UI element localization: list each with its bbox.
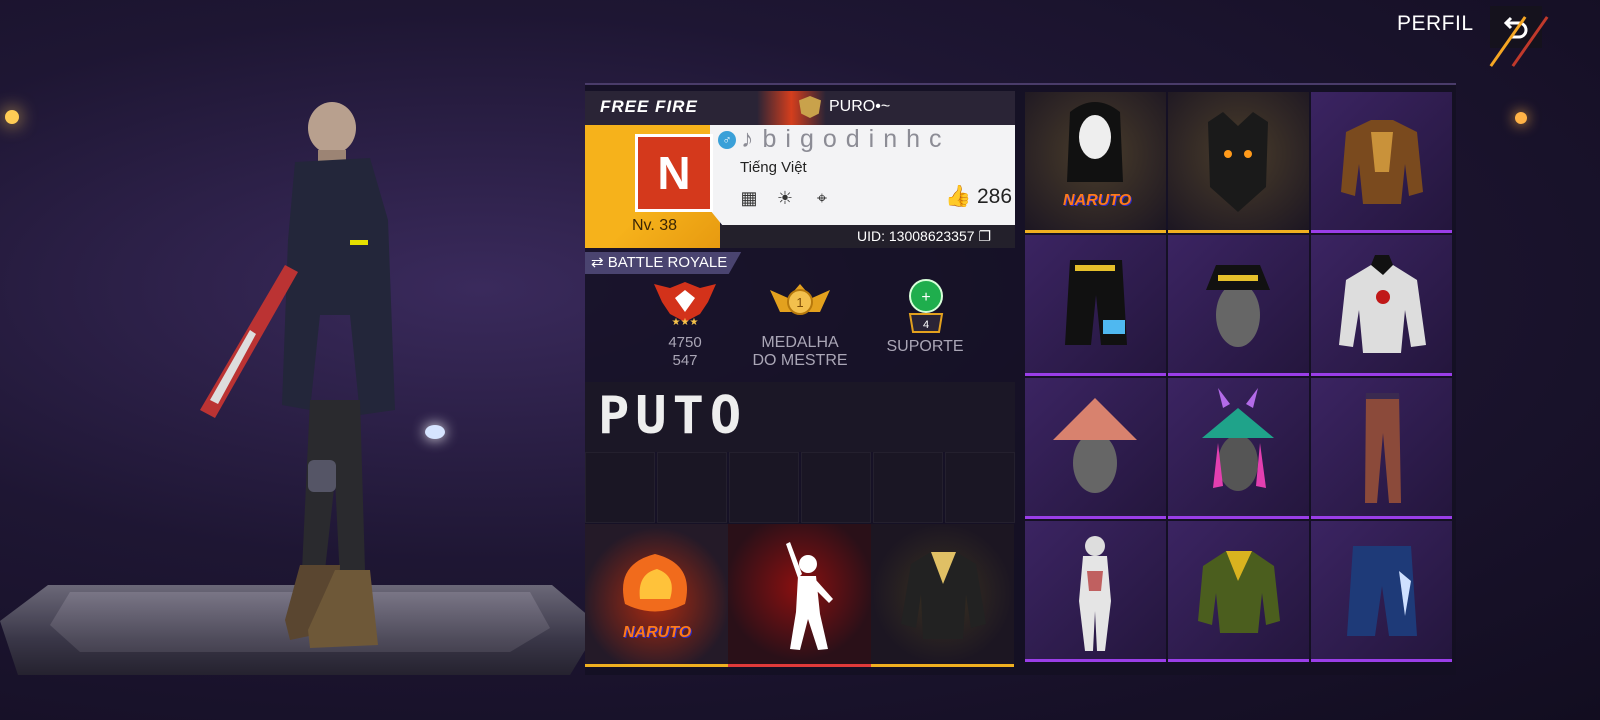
page-title: PERFIL (1397, 12, 1474, 35)
equipped-item-shorts[interactable] (1025, 235, 1166, 376)
equipped-item-straw-hat[interactable] (1025, 378, 1166, 519)
equipped-item-shirt[interactable] (1311, 235, 1452, 376)
player-nickname: ♪bigodinhc (741, 125, 951, 153)
orochimaru-head-icon (1067, 102, 1123, 182)
support-badge-icon: + 4 (908, 279, 944, 333)
battle-stats: ★★★ 4750 547 1 MEDALHA DO MESTRE + 4 SUP… (585, 274, 1015, 377)
white-shirt-icon (1339, 255, 1426, 353)
target-icon: ⌖ (816, 188, 828, 208)
equipped-emote[interactable] (728, 524, 871, 667)
master-medal-icon: 1 (770, 284, 830, 315)
rank-secondary: 547 (672, 352, 698, 369)
equipped-item-hat[interactable] (1168, 235, 1309, 376)
avatar[interactable]: N (635, 134, 713, 212)
calendar-icon: ▦ (740, 188, 758, 208)
empty-slot[interactable] (585, 452, 655, 523)
equipped-item-demon-hat[interactable] (1168, 378, 1309, 519)
empty-slot[interactable] (729, 452, 799, 523)
camo-top-icon (1198, 551, 1280, 633)
equipped-item-hoodie-outfit[interactable] (1025, 521, 1166, 662)
pants-icon (1365, 393, 1401, 503)
gender-male-icon: ♂ (718, 131, 736, 149)
profile-card: FREE FIRE PURO•~ N Nv. 38 ♂ ♪bigodinhc T… (585, 91, 1015, 248)
equipped-item-mask[interactable] (1168, 92, 1309, 233)
likes-count[interactable]: 👍 286 (945, 185, 1012, 209)
mode-switch[interactable]: ⇄ BATTLE ROYALE (585, 252, 742, 274)
medal-level: 1 (796, 295, 803, 310)
empty-slot[interactable] (801, 452, 871, 523)
armor-top-icon (1341, 120, 1423, 204)
medal-label-line1: MEDALHA (761, 334, 839, 351)
dark-mask-icon (1208, 112, 1268, 212)
game-logo: FREE FIRE (600, 97, 698, 116)
background-light (425, 425, 445, 439)
svg-text:★★★: ★★★ (672, 317, 699, 326)
bucket-hat-icon (1206, 265, 1270, 347)
rank-points: 4750 (668, 334, 702, 351)
support-count: 4 (923, 319, 929, 331)
copy-icon[interactable]: ❐ (978, 228, 991, 244)
equipped-item-top[interactable] (1311, 92, 1452, 233)
equipped-item-pants[interactable] (1311, 378, 1452, 519)
support-label: SUPORTE (886, 338, 964, 355)
svg-text:+: + (921, 289, 930, 306)
demon-hat-icon (1202, 388, 1274, 491)
mode-label: BATTLE ROYALE (607, 254, 728, 271)
equipped-outfit[interactable] (871, 524, 1014, 667)
guild-name[interactable]: PURO•~ (829, 98, 890, 116)
thumbs-up-icon: 👍 (945, 185, 972, 208)
equipped-item-head[interactable]: NARUTO (1025, 92, 1166, 233)
empty-slot[interactable] (873, 452, 943, 523)
likes-value: 286 (977, 185, 1013, 208)
white-hoodie-icon (1079, 536, 1111, 651)
empty-slot[interactable] (657, 452, 727, 523)
naruto-collab-tag: NARUTO (623, 624, 692, 641)
player-uid[interactable]: UID: 13008623357 ❐ (857, 228, 991, 245)
rank-heroic-icon: ★★★ (654, 282, 716, 326)
uid-text: UID: 13008623357 (857, 228, 975, 244)
player-level: Nv. 38 (632, 217, 678, 234)
shorts-icon (1065, 260, 1127, 345)
fire-skill-icon (623, 554, 687, 612)
equipped-item-camo-top[interactable] (1168, 521, 1309, 662)
player-title: PUTO (598, 386, 748, 446)
equipped-skill-naruto[interactable]: NARUTO (585, 524, 728, 667)
empty-slot[interactable] (945, 452, 1015, 523)
medal-label-line2: DO MESTRE (752, 352, 848, 369)
player-language: Tiếng Việt (740, 159, 807, 176)
background-light (1515, 112, 1527, 124)
swap-icon: ⇄ (591, 254, 608, 271)
emote-dancer-icon (786, 542, 833, 650)
naruto-collab-tag: NARUTO (1063, 192, 1132, 209)
jacket-icon (901, 552, 986, 639)
equipped-item-board-shorts[interactable] (1311, 521, 1452, 662)
straw-hat-icon (1053, 398, 1137, 493)
blue-shorts-icon (1347, 546, 1417, 636)
background-light (5, 110, 19, 124)
player-character[interactable] (190, 100, 420, 660)
sun-icon: ☀ (776, 188, 794, 208)
